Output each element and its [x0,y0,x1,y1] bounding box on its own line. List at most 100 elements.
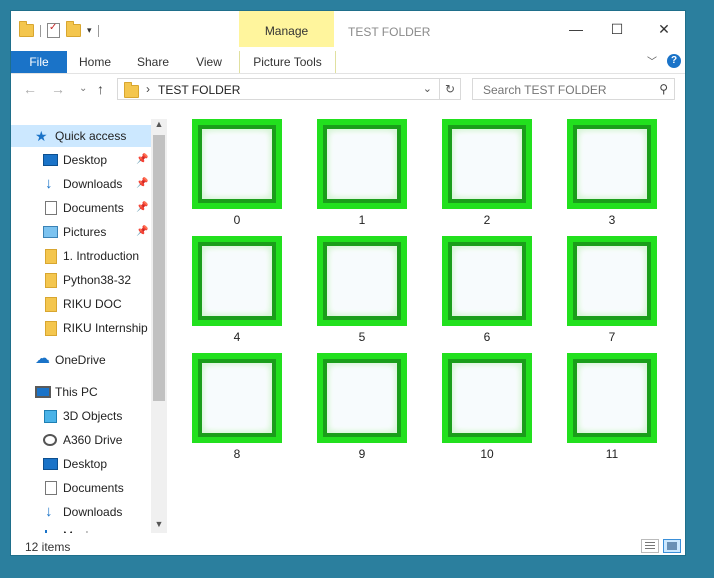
folder-icon [19,21,34,37]
nav-item-quick-access[interactable]: Quick access [11,125,151,147]
tab-picture-tools[interactable]: Picture Tools [239,51,336,73]
new-folder-icon[interactable] [66,21,81,37]
image-thumbnail [192,353,282,443]
file-name: 5 [358,330,366,344]
scroll-up-icon[interactable]: ▲ [151,119,167,133]
file-name: 6 [483,330,491,344]
nav-item-label: This PC [55,385,98,399]
nav-item-label: Documents [63,201,124,215]
file-name: 9 [358,447,366,461]
expand-ribbon-chevron-icon[interactable]: ﹀ [647,53,657,68]
nav-item-documents[interactable]: Documents 📌 [11,197,151,219]
tab-view[interactable]: View [193,51,225,73]
tab-file[interactable]: File [11,51,67,73]
nav-item-pc-downloads[interactable]: Downloads [11,501,151,523]
folder-icon [45,321,57,336]
refresh-icon[interactable]: ↻ [439,79,460,99]
nav-item-label: OneDrive [55,353,106,367]
pin-icon: 📌 [136,226,149,237]
explorer-window: ▾ Manage TEST FOLDER — ☐ ✕ File Home Sha… [10,10,686,556]
maximize-button[interactable]: ☐ [605,19,629,39]
file-name: 11 [605,447,619,461]
file-name: 10 [480,447,494,461]
nav-item-riku-doc[interactable]: RIKU DOC [11,293,151,315]
nav-item-a360-drive[interactable]: A360 Drive [11,429,151,451]
address-history-chevron-icon[interactable]: ⌄ [423,82,432,95]
pin-icon: 📌 [136,202,149,213]
file-item[interactable]: 6 [440,236,534,348]
minimize-button[interactable]: — [564,19,588,39]
nav-item-python38-32[interactable]: Python38-32 [11,269,151,291]
up-arrow-icon[interactable]: ↑ [97,81,104,97]
address-bar[interactable]: › TEST FOLDER ⌄ ↻ [117,78,461,100]
forward-arrow-icon[interactable]: → [51,81,65,97]
documents-icon [45,481,57,495]
folder-icon [45,249,57,264]
nav-item-label: 3D Objects [63,409,123,423]
download-icon [43,173,57,195]
tab-home[interactable]: Home [77,51,113,73]
nav-item-label: 1. Introduction [63,249,140,263]
nav-item-desktop[interactable]: Desktop 📌 [11,149,151,171]
large-icons-view-button[interactable] [663,539,681,553]
search-icon: ⚲ [659,82,668,96]
search-input[interactable] [481,80,655,100]
star-icon [35,125,49,147]
nav-item-label: Music [63,525,94,533]
details-view-button[interactable] [641,539,659,553]
nav-item-this-pc[interactable]: This PC [11,381,151,403]
pin-icon: 📌 [136,178,149,189]
file-item[interactable]: 11 [565,353,659,465]
nav-item-riku-internship[interactable]: RIKU Internship I [11,317,151,339]
nav-item-pc-documents[interactable]: Documents [11,477,151,499]
image-thumbnail [192,236,282,326]
tab-manage[interactable]: Manage [239,11,334,47]
file-item[interactable]: 3 [565,119,659,231]
file-item[interactable]: 9 [315,353,409,465]
image-thumbnail [442,353,532,443]
properties-icon[interactable] [47,22,60,38]
close-button[interactable]: ✕ [652,19,676,39]
scrollbar-thumb[interactable] [153,135,165,401]
file-item[interactable]: 5 [315,236,409,348]
help-icon[interactable]: ? [667,54,681,68]
nav-item-downloads[interactable]: Downloads 📌 [11,173,151,195]
nav-item-music[interactable]: Music [11,525,151,533]
nav-scrollbar[interactable]: ▲ ▼ [151,119,167,533]
file-item[interactable]: 4 [190,236,284,348]
nav-item-label: Pictures [63,225,107,239]
qat-separator [40,24,41,37]
image-thumbnail [317,236,407,326]
nav-item-label: Documents [63,481,124,495]
file-item[interactable]: 2 [440,119,534,231]
folder-icon [45,273,57,288]
status-bar: 12 items [11,537,685,557]
nav-item-introduction[interactable]: 1. Introduction [11,245,151,267]
file-name: 4 [233,330,241,344]
navigation-pane: Quick access Desktop 📌 Downloads 📌 Docum… [11,119,151,533]
breadcrumb-chevron-icon[interactable]: › [146,82,150,96]
customize-qat-chevron-icon[interactable]: ▾ [87,25,92,36]
file-item[interactable]: 7 [565,236,659,348]
nav-item-label: Desktop [63,153,108,167]
recent-locations-chevron-icon[interactable]: ⌄ [79,83,87,94]
window-title: TEST FOLDER [348,25,431,39]
file-item[interactable]: 0 [190,119,284,231]
download-icon [43,501,57,523]
back-arrow-icon[interactable]: ← [23,81,37,97]
file-item[interactable]: 1 [315,119,409,231]
nav-item-pc-desktop[interactable]: Desktop [11,453,151,475]
nav-item-label: A360 Drive [63,433,123,447]
details-view-icon [645,542,655,550]
breadcrumb-current[interactable]: TEST FOLDER [158,83,240,97]
file-item[interactable]: 10 [440,353,534,465]
file-item[interactable]: 8 [190,353,284,465]
nav-item-onedrive[interactable]: OneDrive [11,349,151,371]
nav-item-label: RIKU DOC [63,297,122,311]
search-box[interactable]: ⚲ [472,78,675,100]
nav-item-label: Python38-32 [63,273,132,287]
nav-item-3d-objects[interactable]: 3D Objects [11,405,151,427]
tab-share[interactable]: Share [135,51,171,73]
scroll-down-icon[interactable]: ▼ [151,519,167,533]
nav-item-pictures[interactable]: Pictures 📌 [11,221,151,243]
